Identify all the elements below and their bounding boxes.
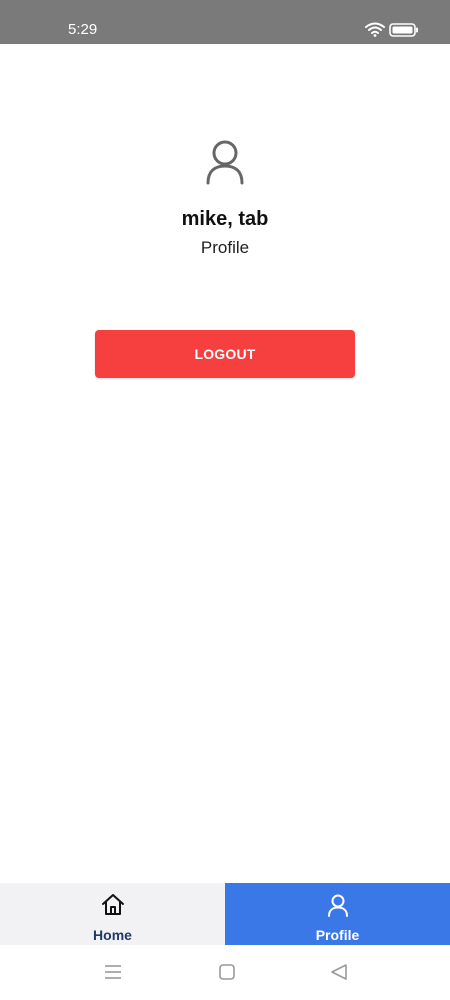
logout-button[interactable]: LOGOUT bbox=[95, 330, 355, 378]
status-time: 5:29 bbox=[68, 21, 98, 38]
tab-profile-label: Profile bbox=[315, 927, 360, 943]
user-name: mike, tab bbox=[181, 208, 269, 230]
user-outline-icon bbox=[205, 137, 245, 190]
square-home-icon[interactable] bbox=[219, 964, 235, 985]
tab-home-label: Home bbox=[93, 927, 132, 943]
bottom-tab-bar: Home Profile bbox=[0, 883, 450, 945]
user-outline-icon bbox=[326, 893, 350, 922]
menu-icon[interactable] bbox=[104, 964, 122, 985]
system-nav-bar bbox=[0, 945, 450, 1000]
home-icon bbox=[101, 893, 125, 922]
tab-profile[interactable]: Profile bbox=[225, 883, 450, 945]
tab-home[interactable]: Home bbox=[0, 883, 225, 945]
wifi-icon bbox=[365, 21, 385, 42]
status-bar: 5:29 bbox=[0, 0, 450, 44]
battery-icon bbox=[389, 23, 419, 42]
profile-subtitle: Profile bbox=[200, 238, 250, 257]
back-triangle-icon[interactable] bbox=[330, 964, 348, 985]
